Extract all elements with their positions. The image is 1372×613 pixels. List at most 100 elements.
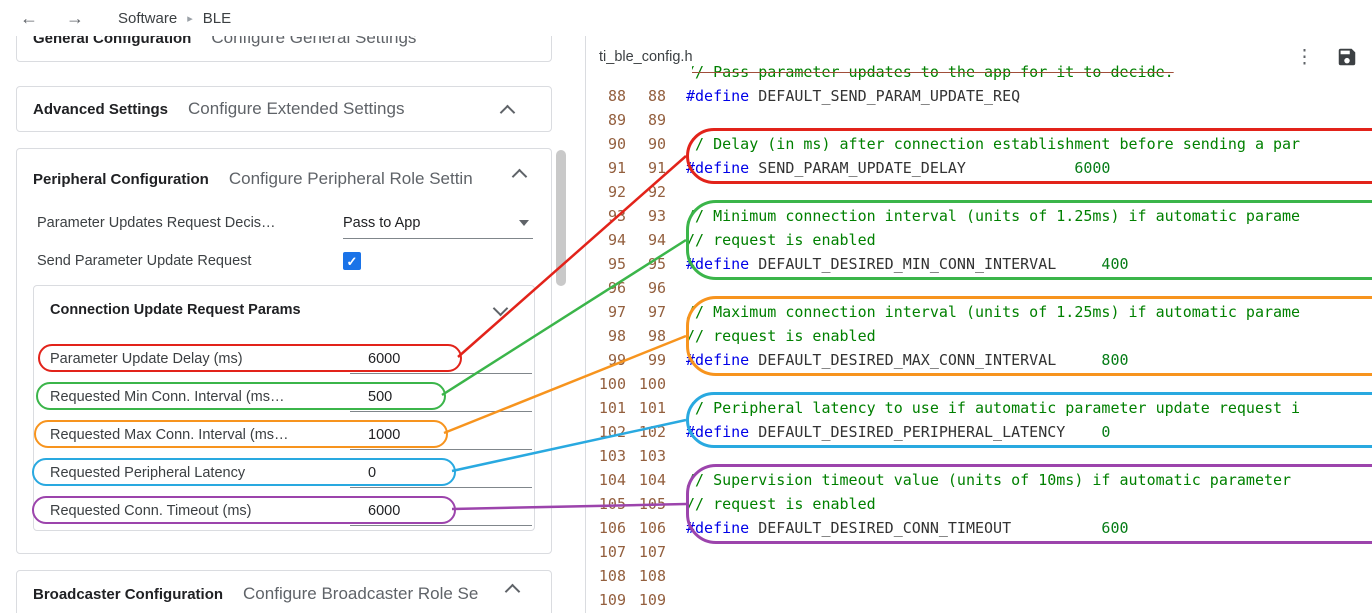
code-token: // request is enabled xyxy=(686,495,876,513)
breadcrumb-software[interactable]: Software xyxy=(118,10,177,27)
line-number-new: 103 xyxy=(626,447,666,465)
code-text: // request is enabled xyxy=(686,327,876,345)
forward-arrow-icon[interactable]: → xyxy=(66,9,84,27)
param-row: Requested Max Conn. Interval (ms…1000 xyxy=(34,416,534,454)
param-label: Requested Min Conn. Interval (ms… xyxy=(50,389,350,405)
chevron-up-icon[interactable] xyxy=(505,584,521,600)
back-arrow-icon[interactable]: ← xyxy=(20,9,38,27)
code-token: // Pass parameter updates to the app for… xyxy=(686,63,1174,81)
line-number-old: 95 xyxy=(586,255,626,273)
save-icon[interactable] xyxy=(1336,46,1358,68)
more-options-icon[interactable]: ⋮ xyxy=(1295,48,1314,67)
param-input[interactable]: 1000 xyxy=(350,421,532,450)
line-number-new: 98 xyxy=(626,327,666,345)
param-row: Parameter Update Delay (ms)6000 xyxy=(34,340,534,378)
code-text: #define DEFAULT_DESIRED_MIN_CONN_INTERVA… xyxy=(686,255,1129,273)
code-token: // Minimum connection interval (units of… xyxy=(686,207,1300,225)
param-label: Requested Peripheral Latency xyxy=(50,465,350,481)
clipped-card: General Configuration Configure General … xyxy=(16,36,552,62)
code-text: // Delay (in ms) after connection establ… xyxy=(686,135,1300,153)
line-number-old: 103 xyxy=(586,447,626,465)
line-number-new: 105 xyxy=(626,495,666,513)
connection-update-params-header: Connection Update Request Params xyxy=(34,286,534,318)
line-number-new: 88 xyxy=(626,87,666,105)
breadcrumb-separator-icon: ▸ xyxy=(187,12,193,25)
line-number-old: 97 xyxy=(586,303,626,321)
line-number-new: 107 xyxy=(626,543,666,561)
code-token: DEFAULT_DESIRED_MAX_CONN_INTERVAL xyxy=(749,351,1101,369)
breadcrumb-ble[interactable]: BLE xyxy=(203,10,231,27)
code-text: #define DEFAULT_DESIRED_PERIPHERAL_LATEN… xyxy=(686,423,1110,441)
line-number-old: 99 xyxy=(586,351,626,369)
code-line: 9999#define DEFAULT_DESIRED_MAX_CONN_INT… xyxy=(586,348,1372,372)
peripheral-configuration-header[interactable]: Peripheral Configuration Configure Perip… xyxy=(17,165,551,193)
param-input[interactable]: 500 xyxy=(350,383,532,412)
code-line: 9494 // request is enabled xyxy=(586,228,1372,252)
peripheral-configuration-card: Peripheral Configuration Configure Perip… xyxy=(16,148,552,554)
filename-chip: ti_ble_config.h xyxy=(586,36,692,82)
param-label: Parameter Update Delay (ms) xyxy=(50,351,350,367)
code-line: 107107 xyxy=(586,540,1372,564)
code-line: 9292 xyxy=(586,180,1372,204)
broadcaster-configuration-title: Broadcaster Configuration xyxy=(33,586,223,603)
chevron-up-icon[interactable] xyxy=(500,105,516,121)
line-number-new: 102 xyxy=(626,423,666,441)
code-line: 103103 xyxy=(586,444,1372,468)
code-line: 105105 // request is enabled xyxy=(586,492,1372,516)
param-update-decision-field: Parameter Updates Request Decis… Pass to… xyxy=(37,207,533,239)
code-token: // Delay (in ms) after connection establ… xyxy=(686,135,1300,153)
param-update-decision-select[interactable]: Pass to App xyxy=(343,207,533,239)
connection-update-params-title: Connection Update Request Params xyxy=(50,302,518,318)
code-text: // Supervision timeout value (units of 1… xyxy=(686,471,1291,489)
line-number-old: 101 xyxy=(586,399,626,417)
param-input[interactable]: 0 xyxy=(350,459,532,488)
code-line: 104104// Supervision timeout value (unit… xyxy=(586,468,1372,492)
line-number-old: 93 xyxy=(586,207,626,225)
code-text: // Pass parameter updates to the app for… xyxy=(686,63,1174,81)
code-text: #define SEND_PARAM_UPDATE_DELAY 6000 xyxy=(686,159,1110,177)
code-line: 9797// Maximum connection interval (unit… xyxy=(586,300,1372,324)
code-line: 100100 xyxy=(586,372,1372,396)
code-text: // Maximum connection interval (units of… xyxy=(686,303,1300,321)
app-root: ← → Software ▸ BLE General Configuration… xyxy=(0,0,1372,613)
param-row: Requested Min Conn. Interval (ms…500 xyxy=(34,378,534,416)
code-token: #define xyxy=(686,255,749,273)
checkmark-icon: ✓ xyxy=(347,255,358,268)
line-number-new: 101 xyxy=(626,399,666,417)
line-number-old: 105 xyxy=(586,495,626,513)
line-number-old: 88 xyxy=(586,87,626,105)
code-token: // request is enabled xyxy=(686,327,876,345)
code-token: DEFAULT_DESIRED_CONN_TIMEOUT xyxy=(749,519,1101,537)
line-number-old: 106 xyxy=(586,519,626,537)
param-input[interactable]: 6000 xyxy=(350,345,532,374)
connection-update-params-group: Connection Update Request Params Paramet… xyxy=(33,285,535,531)
code-line: 106106#define DEFAULT_DESIRED_CONN_TIMEO… xyxy=(586,516,1372,540)
send-param-update-field: Send Parameter Update Request ✓ xyxy=(37,247,533,275)
line-number-new: 100 xyxy=(626,375,666,393)
send-param-update-checkbox[interactable]: ✓ xyxy=(343,252,361,270)
line-number-new: 96 xyxy=(626,279,666,297)
code-line: 8888#define DEFAULT_SEND_PARAM_UPDATE_RE… xyxy=(586,84,1372,108)
code-text: // Peripheral latency to use if automati… xyxy=(686,399,1300,417)
line-number-old: 94 xyxy=(586,231,626,249)
code-text: // request is enabled xyxy=(686,231,876,249)
line-number-new: 92 xyxy=(626,183,666,201)
line-number-new: 108 xyxy=(626,567,666,585)
peripheral-configuration-title: Peripheral Configuration xyxy=(33,171,209,188)
code-line: 101101 // Peripheral latency to use if au… xyxy=(586,396,1372,420)
broadcaster-configuration-header[interactable]: Broadcaster Configuration Configure Broa… xyxy=(17,571,551,613)
left-panel-scrollbar-thumb[interactable] xyxy=(556,150,566,286)
param-label: Requested Max Conn. Interval (ms… xyxy=(50,427,350,443)
code-editor: // Pass parameter updates to the app for… xyxy=(585,36,1372,613)
advanced-settings-header[interactable]: Advanced Settings Configure Extended Set… xyxy=(17,87,551,131)
code-token: 6000 xyxy=(1074,159,1110,177)
code-token: 400 xyxy=(1101,255,1128,273)
broadcaster-configuration-subtitle: Configure Broadcaster Role Se xyxy=(243,584,478,604)
line-number-old: 104 xyxy=(586,471,626,489)
config-panel: General Configuration Configure General … xyxy=(0,36,586,613)
line-number-new: 94 xyxy=(626,231,666,249)
line-number-old: 98 xyxy=(586,327,626,345)
line-number-old: 102 xyxy=(586,423,626,441)
param-label: Requested Conn. Timeout (ms) xyxy=(50,503,350,519)
param-input[interactable]: 6000 xyxy=(350,497,532,526)
